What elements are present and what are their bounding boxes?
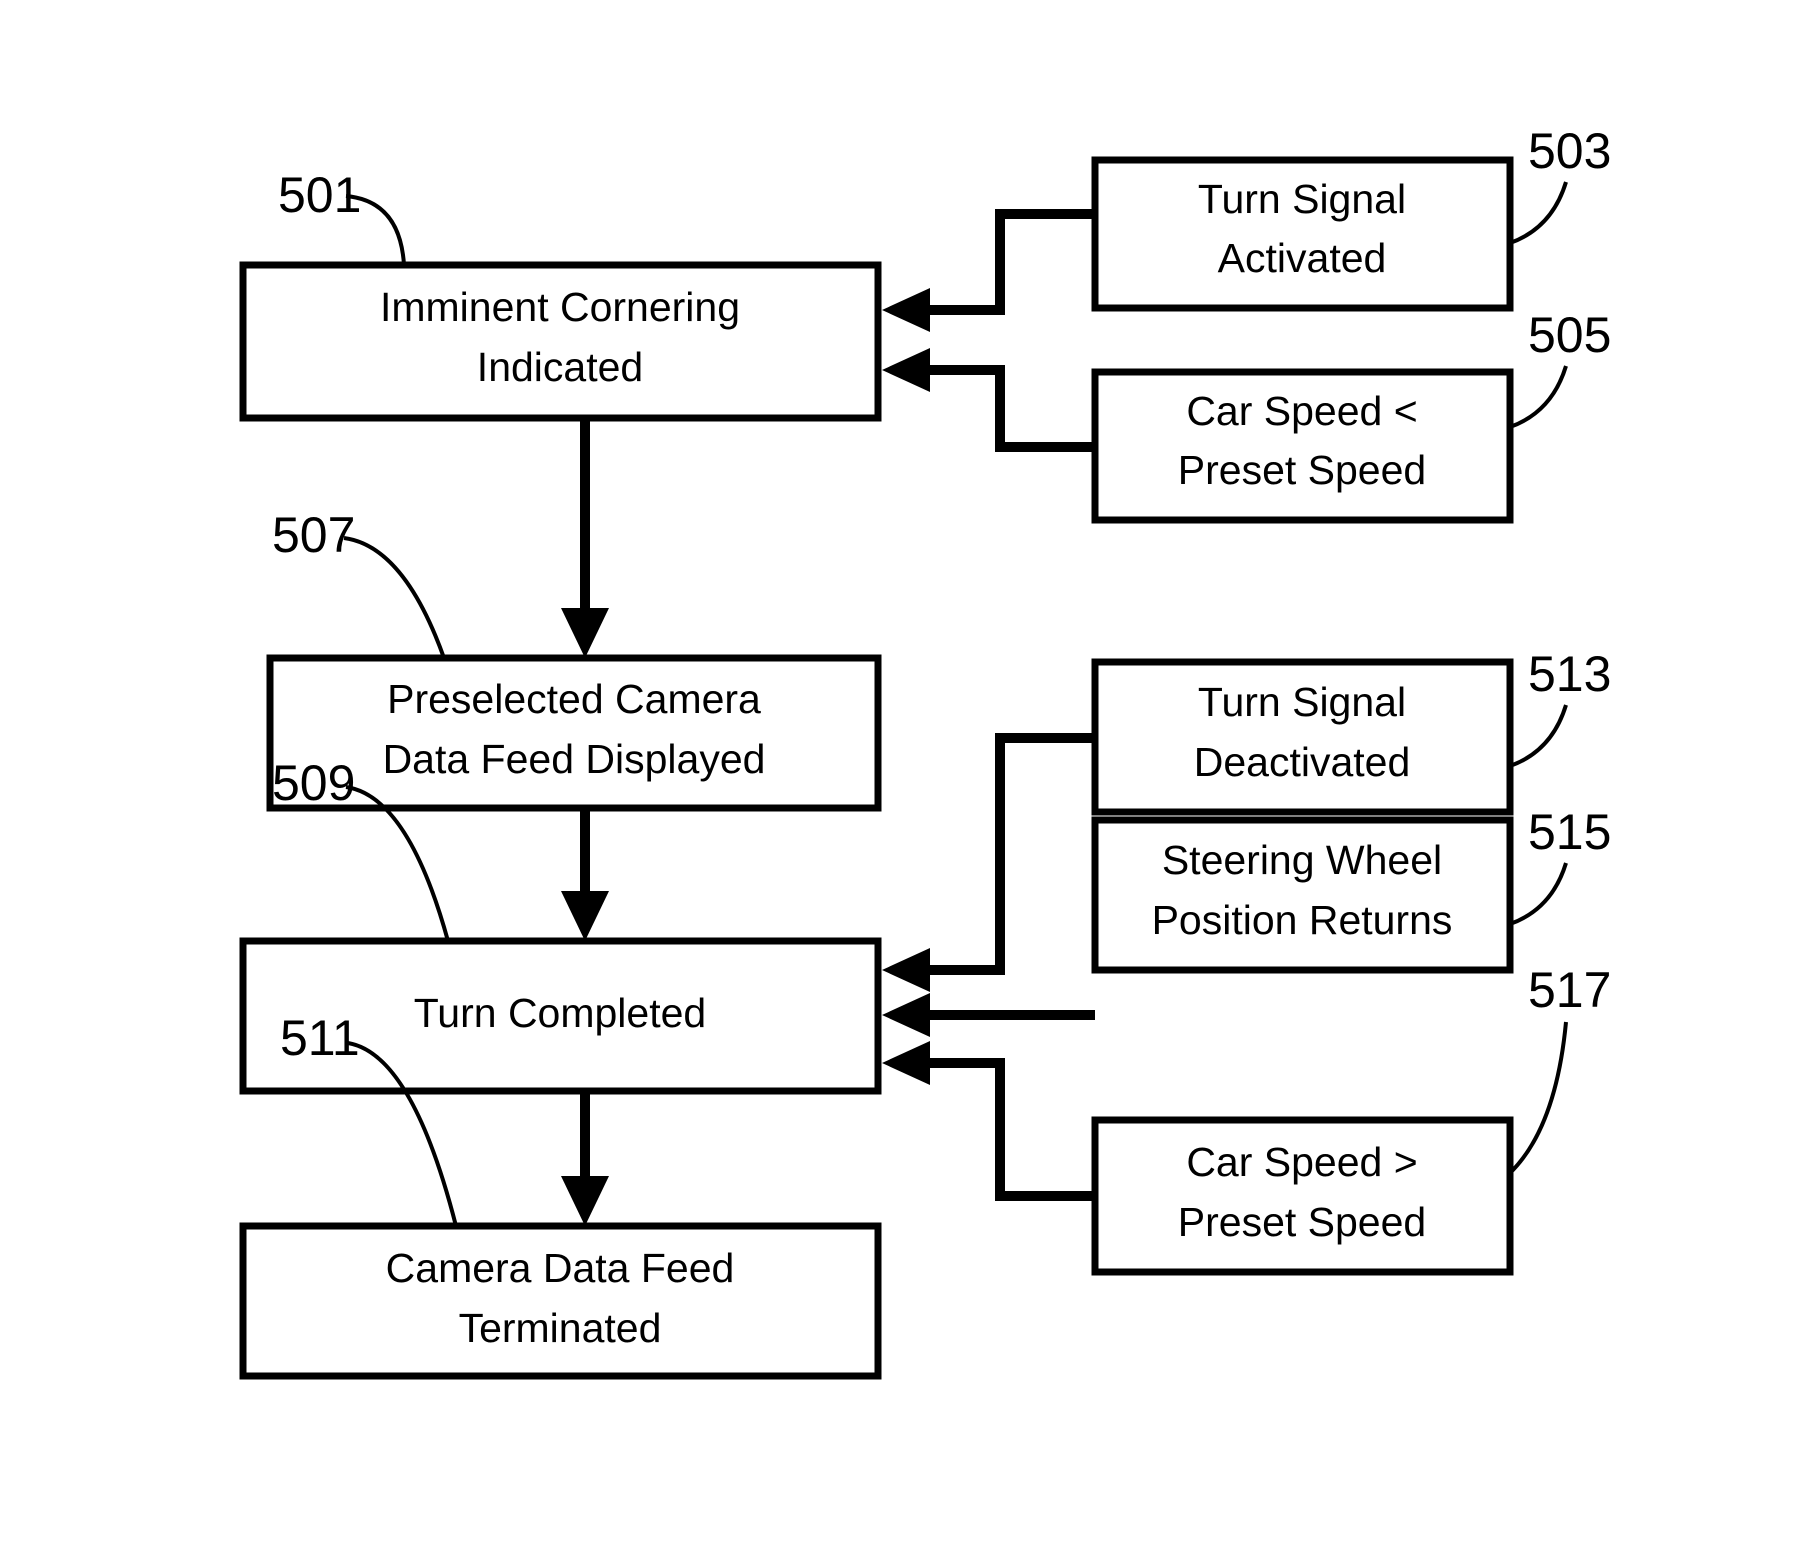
connector-501-to-507 <box>561 418 609 658</box>
ref-number-505: 505 <box>1528 307 1611 363</box>
box-507-line2: Data Feed Displayed <box>383 736 766 782</box>
box-505-line1: Car Speed < <box>1186 388 1417 434</box>
box-503-line1: Turn Signal <box>1198 176 1406 222</box>
connector-517-to-509 <box>882 1041 1095 1201</box>
box-515-line2: Position Returns <box>1152 897 1453 943</box>
figure-canvas: Imminent Cornering Indicated 501 Turn Si… <box>0 0 1795 1558</box>
ref-callout-517: 517 <box>1508 962 1611 1175</box>
box-515[interactable]: Steering Wheel Position Returns <box>1091 816 1514 974</box>
ref-number-509: 509 <box>272 755 355 811</box>
ref-number-515: 515 <box>1528 804 1611 860</box>
box-503-line2: Activated <box>1218 235 1387 281</box>
ref-callout-515: 515 <box>1509 804 1611 926</box>
box-505-line2: Preset Speed <box>1178 447 1426 493</box>
ref-number-513: 513 <box>1528 646 1611 702</box>
ref-callout-507: 507 <box>272 507 446 659</box>
box-513-line1: Turn Signal <box>1198 679 1406 725</box>
ref-number-511: 511 <box>280 1010 360 1066</box>
ref-callout-501: 501 <box>278 167 406 266</box>
connector-515-to-509 <box>882 993 1095 1037</box>
box-501-line1: Imminent Cornering <box>380 284 740 330</box>
box-505[interactable]: Car Speed < Preset Speed <box>1091 368 1514 524</box>
flowchart-diagram: Imminent Cornering Indicated 501 Turn Si… <box>239 123 1611 1380</box>
connector-505-to-501 <box>882 348 1095 452</box>
box-517-line1: Car Speed > <box>1186 1139 1417 1185</box>
box-511-line1: Camera Data Feed <box>386 1245 735 1291</box>
box-511[interactable]: Camera Data Feed Terminated <box>239 1222 882 1380</box>
box-511-line2: Terminated <box>459 1305 662 1351</box>
box-515-line1: Steering Wheel <box>1162 837 1442 883</box>
ref-callout-505: 505 <box>1509 307 1611 429</box>
ref-number-507: 507 <box>272 507 355 563</box>
ref-callout-513: 513 <box>1509 646 1611 768</box>
ref-callout-503: 503 <box>1509 123 1611 245</box>
box-517-line2: Preset Speed <box>1178 1199 1426 1245</box>
box-513-line2: Deactivated <box>1194 739 1411 785</box>
connector-503-to-501 <box>882 209 1095 332</box>
connector-513-to-509 <box>882 733 1095 992</box>
box-507[interactable]: Preselected Camera Data Feed Displayed <box>266 654 882 812</box>
ref-number-517: 517 <box>1528 962 1611 1018</box>
box-501[interactable]: Imminent Cornering Indicated <box>239 261 882 422</box>
box-517[interactable]: Car Speed > Preset Speed <box>1091 1116 1514 1276</box>
box-503[interactable]: Turn Signal Activated <box>1091 156 1514 312</box>
ref-number-503: 503 <box>1528 123 1611 179</box>
box-509-line1: Turn Completed <box>414 990 706 1036</box>
box-513[interactable]: Turn Signal Deactivated <box>1091 658 1514 816</box>
connector-509-to-511 <box>561 1090 609 1226</box>
connector-507-to-509 <box>561 808 609 941</box>
box-507-line1: Preselected Camera <box>387 676 761 722</box>
box-501-line2: Indicated <box>477 344 643 390</box>
